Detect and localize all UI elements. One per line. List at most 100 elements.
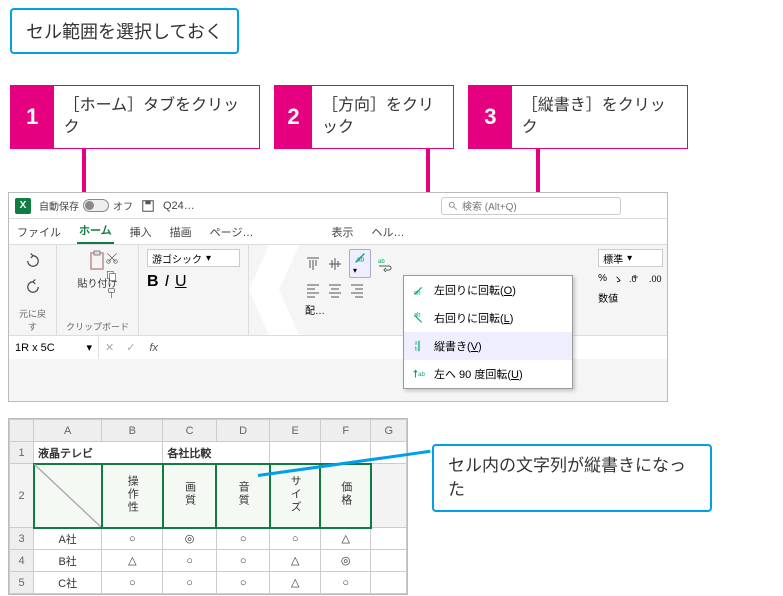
tab-draw[interactable]: 描画: [168, 220, 194, 244]
col-header-C[interactable]: C: [163, 420, 217, 442]
underline-button[interactable]: U: [175, 273, 187, 291]
percent-icon[interactable]: %: [598, 273, 607, 284]
col-header-E[interactable]: E: [270, 420, 321, 442]
toggle-off-icon: [83, 199, 109, 212]
align-center-icon[interactable]: [327, 282, 343, 298]
enter-icon[interactable]: ✓: [120, 341, 141, 354]
cell[interactable]: ○: [216, 528, 270, 550]
italic-button[interactable]: I: [165, 273, 169, 291]
step-1-number: 1: [11, 86, 54, 148]
menu-vertical-text[interactable]: ab 縦書き(V): [404, 332, 572, 360]
svg-text:b: b: [415, 346, 418, 352]
cell[interactable]: ○: [163, 572, 217, 594]
col-header-F[interactable]: F: [320, 420, 371, 442]
tab-insert[interactable]: 挿入: [128, 220, 154, 244]
autosave-toggle[interactable]: 自動保存 オフ: [39, 198, 133, 213]
clipboard-group: 貼り付け クリップボード: [57, 245, 139, 335]
rotate-up-icon: ab: [412, 367, 426, 381]
cell[interactable]: ◎: [163, 528, 217, 550]
chevron-down-icon: ▾: [627, 253, 632, 264]
cell[interactable]: △: [270, 572, 321, 594]
menu-rotate-ccw[interactable]: ab 左回りに回転(O): [404, 276, 572, 304]
search-input[interactable]: 検索 (Alt+Q): [441, 197, 621, 215]
tab-help[interactable]: ヘル…: [369, 220, 406, 244]
cell-header-1[interactable]: 操作性: [102, 464, 163, 528]
cell[interactable]: △: [270, 550, 321, 572]
orientation-button[interactable]: ab ▾: [349, 249, 371, 278]
worksheet[interactable]: A B C D E F G 1 液晶テレビ 各社比較 2 操作性 画質 音質 サ…: [8, 418, 408, 595]
cell[interactable]: [270, 442, 321, 464]
undo-icon[interactable]: [21, 249, 45, 273]
step-1: 1 ［ホーム］タブをクリック: [10, 85, 260, 149]
orientation-dropdown: ab 左回りに回転(O) ab 右回りに回転(L) ab 縦書き(V) ab 左…: [403, 275, 573, 389]
cell[interactable]: △: [102, 550, 163, 572]
cell-header-5[interactable]: 価格: [320, 464, 371, 528]
cell-row3-label[interactable]: C社: [34, 572, 102, 594]
wrap-text-icon[interactable]: ab: [377, 256, 393, 272]
number-format-select[interactable]: 標準 ▾: [598, 249, 663, 267]
cell[interactable]: ○: [102, 528, 163, 550]
cancel-icon[interactable]: ✕: [99, 341, 120, 354]
cell-row1-label[interactable]: A社: [34, 528, 102, 550]
row-header-2[interactable]: 2: [10, 464, 34, 528]
cell[interactable]: △: [320, 528, 371, 550]
row-header-3[interactable]: 3: [10, 528, 34, 550]
tab-file[interactable]: ファイル: [15, 220, 63, 244]
cell[interactable]: ○: [216, 550, 270, 572]
col-header-G[interactable]: G: [371, 420, 407, 442]
row-header-1[interactable]: 1: [10, 442, 34, 464]
col-header-B[interactable]: B: [102, 420, 163, 442]
align-middle-icon[interactable]: [327, 256, 343, 272]
decrease-decimal-icon[interactable]: .0: [629, 272, 643, 286]
cell[interactable]: ◎: [320, 550, 371, 572]
row-header-5[interactable]: 5: [10, 572, 34, 594]
tab-page-layout[interactable]: ページ…: [208, 220, 256, 244]
tab-home[interactable]: ホーム: [77, 218, 114, 244]
paste-button[interactable]: 貼り付け: [65, 249, 130, 290]
name-box-value: 1R x 5C: [15, 342, 55, 354]
menu-rotate-up-label: 左へ 90 度回転(U): [434, 366, 523, 382]
svg-text:ab: ab: [414, 311, 421, 318]
cut-icon[interactable]: [105, 251, 119, 265]
menu-rotate-cw[interactable]: ab 右回りに回転(L): [404, 304, 572, 332]
col-header-D[interactable]: D: [216, 420, 270, 442]
format-painter-icon[interactable]: [105, 287, 119, 301]
cell[interactable]: ○: [102, 572, 163, 594]
cell-header-2[interactable]: 画質: [163, 464, 217, 528]
align-right-icon[interactable]: [349, 282, 365, 298]
bold-button[interactable]: B: [147, 273, 159, 291]
ribbon: 元に戻す 貼り付け クリップボード 游ゴシック ▾ B: [9, 245, 667, 335]
comma-icon[interactable]: ゝ: [613, 271, 623, 286]
save-icon[interactable]: [141, 199, 155, 213]
increase-decimal-icon[interactable]: .00: [649, 272, 663, 286]
menu-rotate-up[interactable]: ab 左へ 90 度回転(U): [404, 360, 572, 388]
cell[interactable]: ○: [270, 528, 321, 550]
align-top-icon[interactable]: [305, 256, 321, 272]
alignment-group-label: 配…: [305, 302, 393, 317]
cell[interactable]: [371, 572, 407, 594]
cell[interactable]: ○: [163, 550, 217, 572]
cell[interactable]: ○: [320, 572, 371, 594]
search-icon: [448, 201, 458, 211]
tab-view[interactable]: 表示: [329, 220, 355, 244]
cell[interactable]: [371, 528, 407, 550]
col-header-A[interactable]: A: [34, 420, 102, 442]
fx-icon[interactable]: fx: [141, 342, 166, 354]
cell[interactable]: ○: [216, 572, 270, 594]
cell[interactable]: [371, 464, 407, 528]
select-all-corner[interactable]: [10, 420, 34, 442]
cell-title-a[interactable]: 液晶テレビ: [34, 442, 163, 464]
name-box[interactable]: 1R x 5C ▾: [9, 336, 99, 359]
redo-icon[interactable]: [21, 275, 45, 299]
cell-diagonal[interactable]: [34, 464, 102, 528]
svg-text:ab: ab: [414, 289, 421, 296]
align-left-icon[interactable]: [305, 282, 321, 298]
cell[interactable]: [371, 550, 407, 572]
cell-title-b[interactable]: 各社比較: [163, 442, 270, 464]
cell-row2-label[interactable]: B社: [34, 550, 102, 572]
rotate-ccw-icon: ab: [412, 283, 426, 297]
row-header-4[interactable]: 4: [10, 550, 34, 572]
chevron-down-icon: ▾: [86, 341, 92, 354]
font-name-select[interactable]: 游ゴシック ▾: [147, 249, 240, 267]
copy-icon[interactable]: [105, 269, 119, 283]
